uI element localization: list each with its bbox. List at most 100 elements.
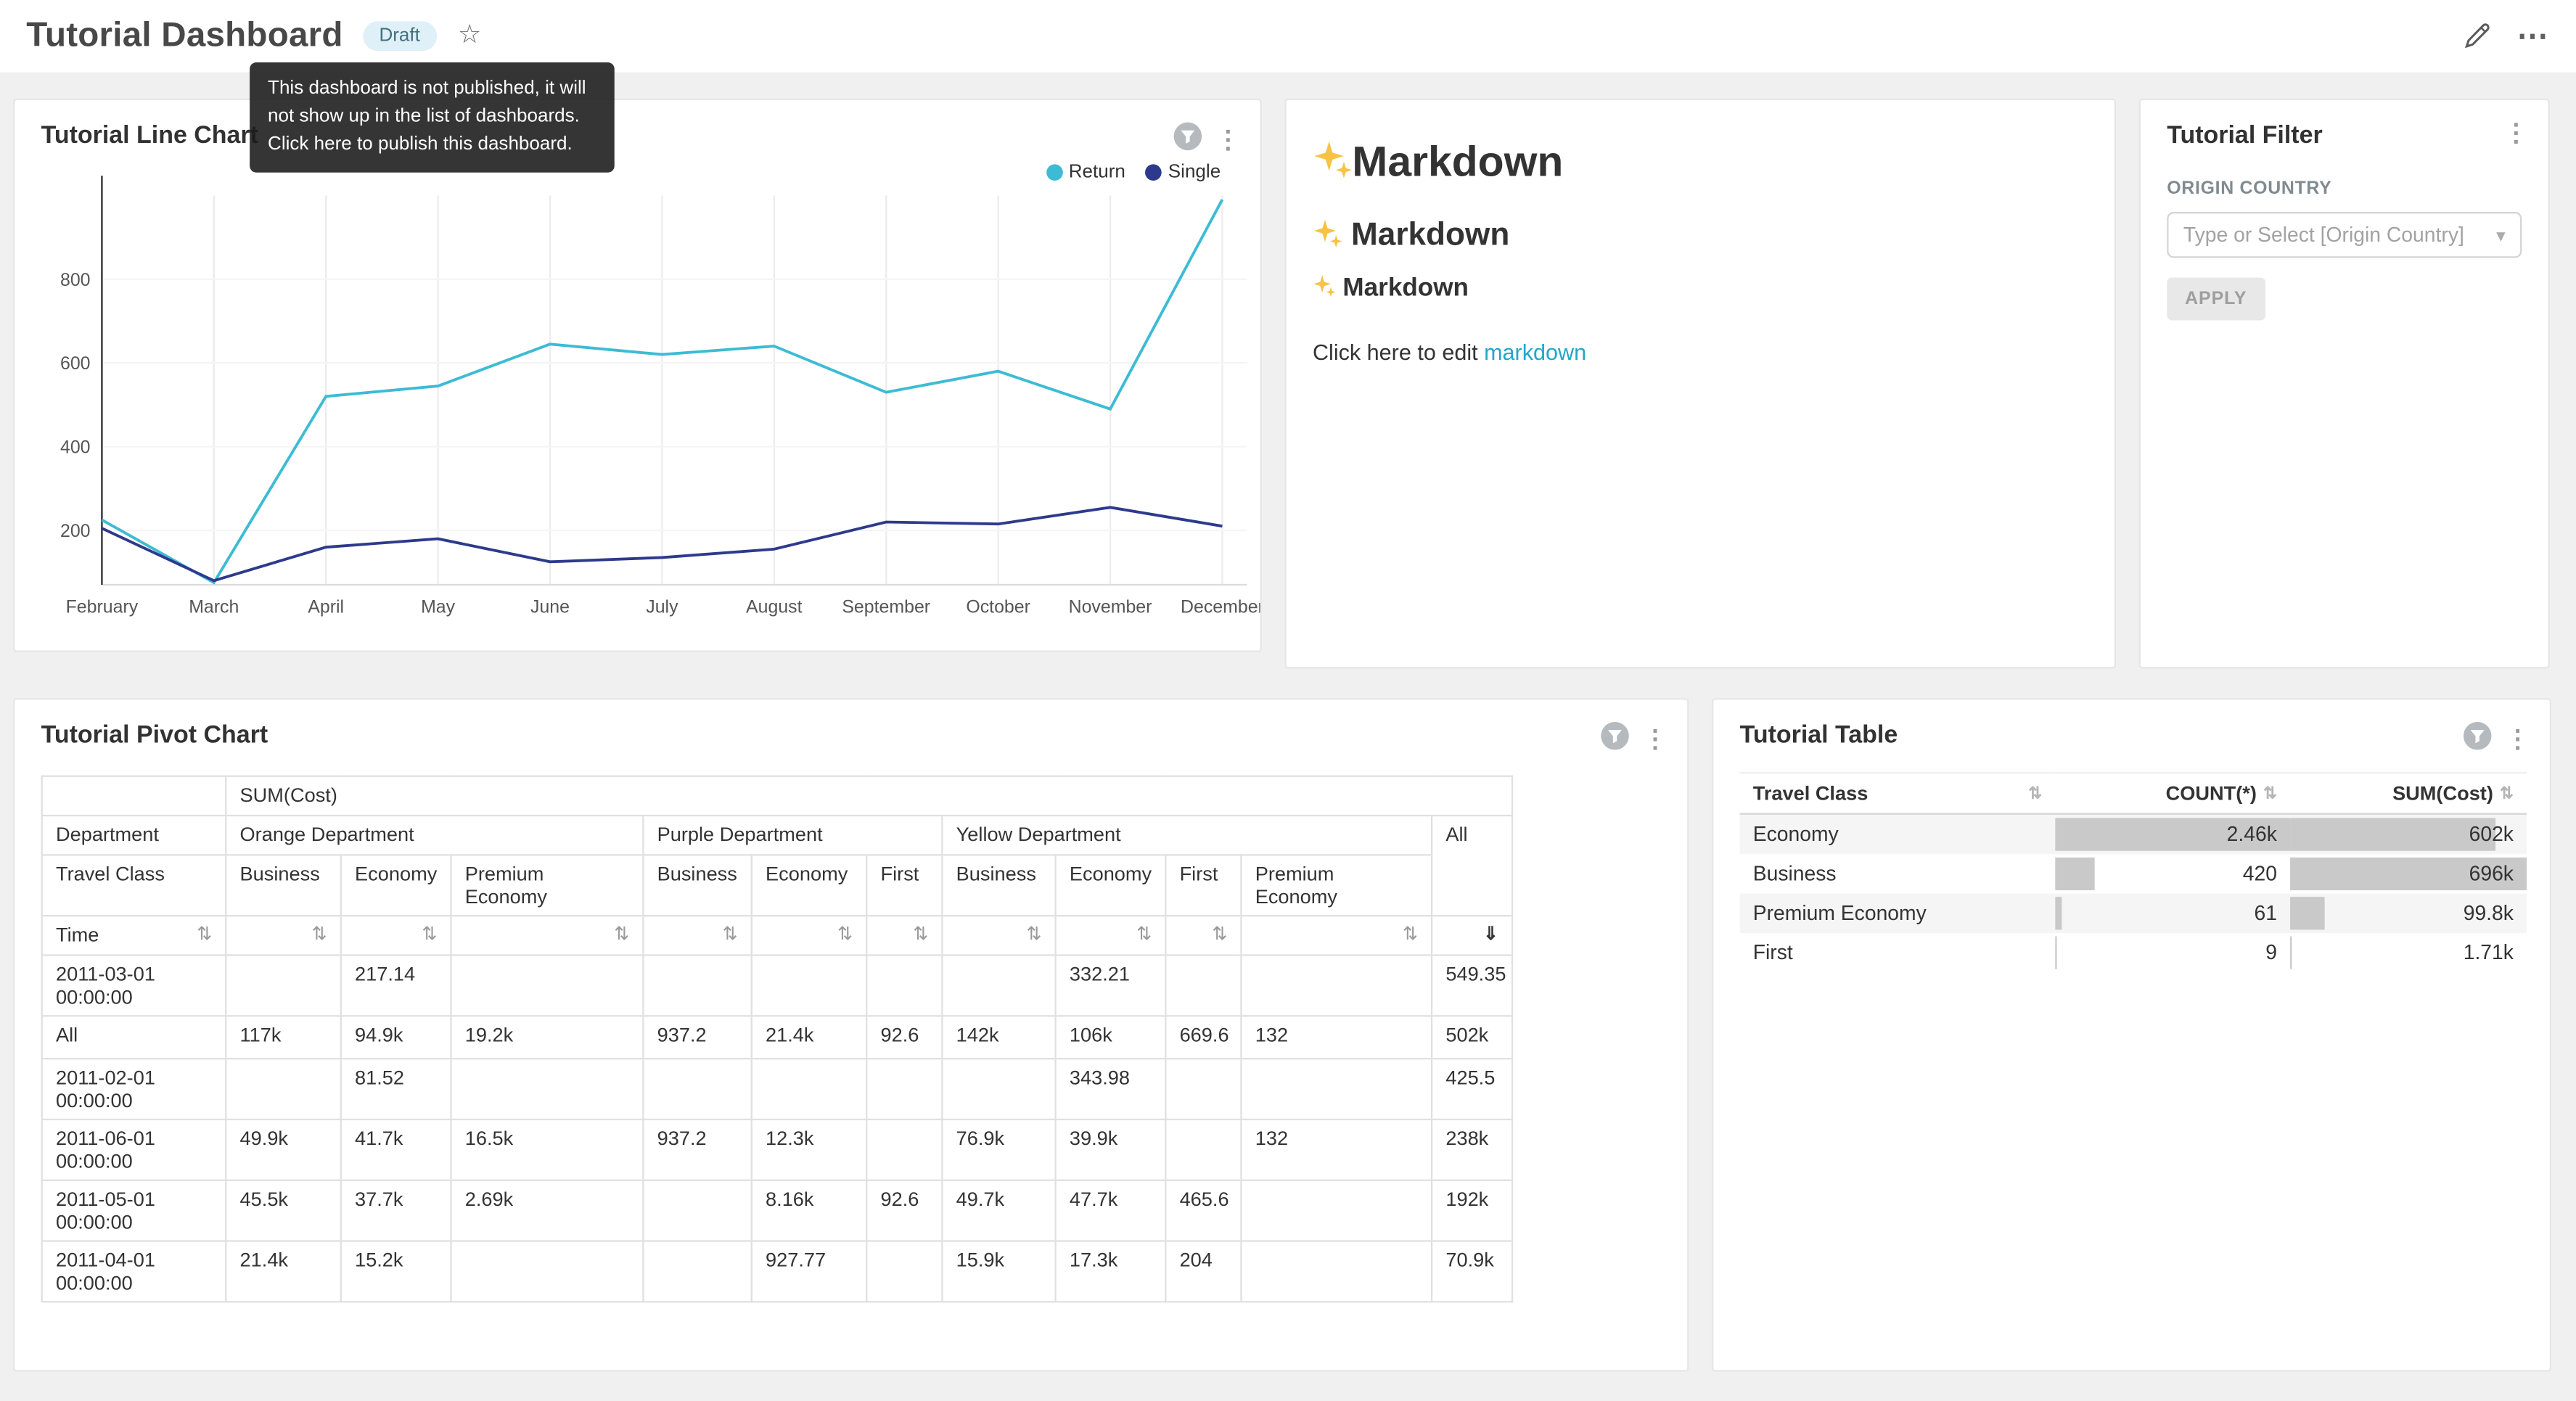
pivot-value-cell: 117k <box>226 1016 340 1059</box>
draft-status-badge[interactable]: Draft <box>363 21 437 51</box>
pivot-sort-cell: ⇅ <box>451 916 643 955</box>
sort-icon[interactable]: ⇅ <box>1212 923 1227 946</box>
pivot-table: SUM(Cost)DepartmentOrange DepartmentPurp… <box>41 776 1514 1303</box>
origin-country-select[interactable]: Type or Select [Origin Country] ▾ <box>2167 212 2522 258</box>
filter-scope-icon[interactable] <box>2463 721 2493 759</box>
sort-icon[interactable]: ⇅ <box>312 923 327 946</box>
tooltip-line: not show up in the list of dashboards. <box>268 104 596 131</box>
column-header-count[interactable]: COUNT(*)⇅ <box>2055 773 2290 814</box>
pivot-value-cell <box>1165 1059 1241 1119</box>
count-cell: 61 <box>2055 894 2290 933</box>
pivot-value-cell: 81.52 <box>341 1059 451 1119</box>
sum-cost-cell: 696k <box>2290 854 2527 893</box>
apply-button[interactable]: APPLY <box>2167 278 2265 321</box>
count-bar <box>2055 858 2095 890</box>
kebab-menu-icon[interactable]: ⋮ <box>1215 128 1240 153</box>
pivot-travel-class-header: First <box>1165 855 1241 916</box>
legend-item[interactable]: Return <box>1046 163 1125 182</box>
pivot-travel-class-header: Economy <box>341 855 451 916</box>
sort-icon[interactable]: ⇅ <box>422 923 437 946</box>
pivot-value-cell: 332.21 <box>1056 956 1166 1016</box>
sort-icon[interactable]: ⇅ <box>1403 923 1418 946</box>
header-actions: ⋯ <box>2463 17 2550 55</box>
legend-item[interactable]: Single <box>1145 163 1221 182</box>
svg-text:800: 800 <box>60 270 91 290</box>
svg-text:200: 200 <box>60 521 91 541</box>
markdown-edit-link[interactable]: markdown <box>1484 340 1586 365</box>
sum-cost-bar <box>2290 818 2495 850</box>
sort-icon[interactable]: ⇅ <box>1136 923 1152 946</box>
table-row[interactable]: Business420696k <box>1740 854 2527 893</box>
pivot-row: 2011-03-01 00:00:00217.14332.21549.35 <box>42 956 1512 1016</box>
markdown-h3: Markdown <box>1313 274 2088 304</box>
column-label: SUM(Cost) <box>2392 782 2493 805</box>
table-row[interactable]: Economy2.46k602k <box>1740 814 2527 854</box>
pivot-department-header: Yellow Department <box>942 815 1432 855</box>
sort-icon[interactable]: ⇅ <box>837 923 853 946</box>
pivot-travel-class-header: Business <box>226 855 340 916</box>
dashboard-header: Tutorial Dashboard Draft ☆ ⋯ <box>0 0 2576 73</box>
kebab-menu-icon[interactable]: ⋮ <box>1643 728 1668 752</box>
pivot-value-cell: 502k <box>1432 1016 1512 1059</box>
pivot-value-cell <box>1241 1241 1432 1302</box>
pivot-value-cell <box>1241 1180 1432 1241</box>
pivot-value-cell: 41.7k <box>341 1119 451 1180</box>
markdown-h3-text: Markdown <box>1342 274 1469 302</box>
svg-text:600: 600 <box>60 353 91 374</box>
unpublished-tooltip[interactable]: This dashboard is not published, it will… <box>250 62 615 173</box>
pivot-sort-cell: ⇅ <box>942 916 1055 955</box>
sort-desc-icon[interactable]: ⇓ <box>1483 923 1498 946</box>
pivot-value-cell: 549.35 <box>1432 956 1512 1016</box>
filter-scope-icon[interactable] <box>1600 721 1630 759</box>
pivot-value-cell <box>226 956 340 1016</box>
sum-cost-cell: 1.71k <box>2290 933 2527 972</box>
pivot-value-cell: 21.4k <box>226 1241 340 1302</box>
pivot-chart-title: Tutorial Pivot Chart <box>41 721 268 749</box>
filter-scope-icon[interactable] <box>1173 122 1203 160</box>
kebab-menu-icon[interactable]: ⋮ <box>2506 728 2530 752</box>
pivot-subcol-axis-label: Travel Class <box>42 855 226 916</box>
edit-pencil-icon[interactable] <box>2463 22 2490 50</box>
pivot-travel-class-header: Premium Economy <box>1241 855 1432 916</box>
svg-text:April: April <box>308 596 344 617</box>
kebab-menu-icon[interactable]: ⋮ <box>2503 122 2528 147</box>
table-row[interactable]: First91.71k <box>1740 933 2527 972</box>
sort-icon: ⇅ <box>2263 784 2277 802</box>
pivot-value-cell: 937.2 <box>643 1119 751 1180</box>
sort-icon[interactable]: ⇅ <box>1027 923 1042 946</box>
data-table: Travel Class⇅ COUNT(*)⇅ SUM(Cost)⇅ Econo… <box>1740 772 2527 972</box>
pivot-value-cell: 106k <box>1056 1016 1166 1059</box>
more-options-icon[interactable]: ⋯ <box>2516 17 2549 55</box>
pivot-value-cell: 19.2k <box>451 1016 643 1059</box>
sort-icon[interactable]: ⇅ <box>723 923 738 946</box>
travel-class-cell: Business <box>1740 854 2056 893</box>
pivot-value-cell <box>451 1059 643 1119</box>
tooltip-line: This dashboard is not published, it will <box>268 75 596 103</box>
pivot-value-cell: 39.9k <box>1056 1119 1166 1180</box>
chevron-down-icon: ▾ <box>2496 224 2506 245</box>
column-header-travel-class[interactable]: Travel Class⇅ <box>1740 773 2056 814</box>
pivot-value-cell: 45.5k <box>226 1180 340 1241</box>
pivot-tbody: 2011-03-01 00:00:00217.14332.21549.35All… <box>42 956 1512 1302</box>
markdown-h2-text: Markdown <box>1351 217 1509 253</box>
markdown-h1: Markdown <box>1313 136 2088 187</box>
pivot-col-axis-label: Department <box>42 815 226 855</box>
pivot-row-label: 2011-04-01 00:00:00 <box>42 1241 226 1302</box>
table-tbody: Economy2.46k602kBusiness420696kPremium E… <box>1740 814 2527 972</box>
pivot-value-cell <box>643 1180 751 1241</box>
pivot-row-label: 2011-05-01 00:00:00 <box>42 1180 226 1241</box>
pivot-value-cell: 37.7k <box>341 1180 451 1241</box>
sort-icon[interactable]: ⇅ <box>197 923 212 946</box>
pivot-department-header: Orange Department <box>226 815 643 855</box>
pivot-value-cell: 465.6 <box>1165 1180 1241 1241</box>
line-chart-panel: Tutorial Line Chart ⋮ ReturnSingle Febru… <box>13 99 1262 652</box>
pivot-value-cell: 76.9k <box>942 1119 1055 1180</box>
pivot-row-axis-label: Time⇅ <box>42 916 226 955</box>
sort-icon[interactable]: ⇅ <box>913 923 928 946</box>
table-row[interactable]: Premium Economy6199.8k <box>1740 894 2527 933</box>
sort-icon[interactable]: ⇅ <box>614 923 629 946</box>
pivot-value-cell: 238k <box>1432 1119 1512 1180</box>
favorite-star-icon[interactable]: ☆ <box>458 23 481 49</box>
column-header-sum-cost[interactable]: SUM(Cost)⇅ <box>2290 773 2527 814</box>
pivot-value-cell: 217.14 <box>341 956 451 1016</box>
